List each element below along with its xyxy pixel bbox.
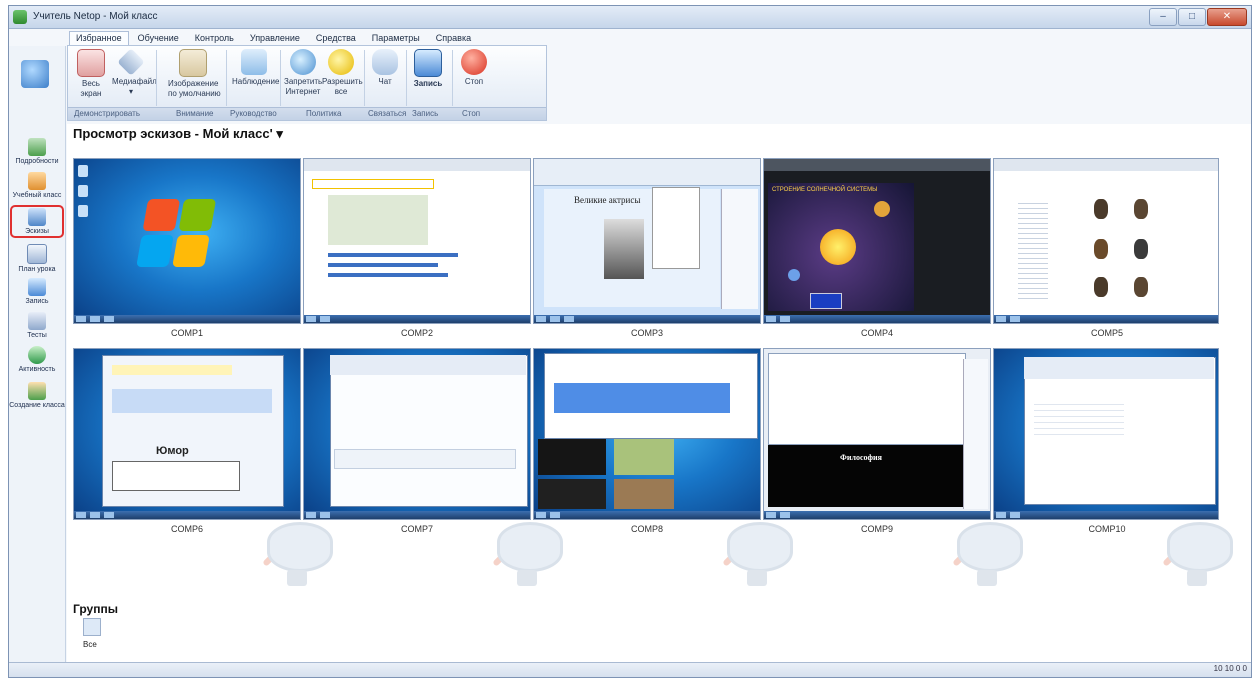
teacher-icon (21, 60, 49, 88)
sidebar-item-create-class[interactable]: Создание класса (9, 382, 65, 409)
sidebar-item-record[interactable]: Запись (9, 278, 65, 305)
thumbnail-comp3[interactable]: Великие актрисы (533, 158, 761, 324)
comp6-slide-heading: Юмор (156, 445, 189, 457)
menu-learning[interactable]: Обучение (131, 31, 186, 45)
label-comp8: COMP8 (630, 524, 663, 534)
thumbnail-comp5[interactable] (993, 158, 1219, 324)
menu-bar: Избранное Обучение Контроль Управление С… (69, 31, 478, 45)
label-comp9: COMP9 (860, 524, 893, 534)
label-comp4: COMP4 (860, 328, 893, 338)
label-comp6: COMP6 (170, 524, 203, 534)
sidebar: Подробности Учебный класс Эскизы План ур… (9, 46, 66, 662)
allow-all-icon (328, 49, 354, 75)
record-icon (28, 278, 46, 296)
view-title[interactable]: Просмотр эскизов - Мой класс' ▾ (73, 126, 283, 142)
activity-icon (28, 346, 46, 364)
media-button[interactable]: Медиафайл ▾ (112, 48, 157, 101)
label-comp1: COMP1 (170, 328, 203, 338)
lesson-plan-icon (27, 244, 47, 264)
ribbon-group-bar: Демонстрировать Внимание Руководство Пол… (68, 107, 546, 120)
app-icon (13, 10, 27, 24)
window-title: Учитель Netop - Мой класс (33, 11, 158, 22)
thumbnail-comp1[interactable] (73, 158, 301, 324)
thumbnail-comp10[interactable] (993, 348, 1219, 520)
comp9-slide-heading: Философия (840, 453, 882, 462)
label-comp2: COMP2 (400, 328, 433, 338)
comp4-slide-heading: СТРОЕНИЕ СОЛНЕЧНОЙ СИСТЕМЫ (772, 187, 878, 193)
thumbnail-comp4[interactable]: СТРОЕНИЕ СОЛНЕЧНОЙ СИСТЕМЫ (763, 158, 991, 324)
group-label-stop: Стоп (462, 109, 481, 118)
record-button[interactable]: Запись (410, 49, 446, 101)
create-class-icon (28, 382, 46, 400)
stop-button[interactable]: Стоп (456, 49, 492, 101)
menu-help[interactable]: Справка (429, 31, 478, 45)
observe-button[interactable]: Наблюдение (232, 49, 279, 101)
chat-button[interactable]: Чат (368, 49, 402, 101)
menu-control[interactable]: Контроль (188, 31, 241, 45)
label-comp5: COMP5 (1090, 328, 1123, 338)
group-label-record: Запись (412, 109, 439, 118)
comp3-slide-heading: Великие актрисы (574, 195, 641, 205)
menu-management[interactable]: Управление (243, 31, 307, 45)
group-label-contact: Связаться (368, 109, 407, 118)
thumbnail-comp7[interactable] (303, 348, 531, 520)
details-icon (28, 138, 46, 156)
sidebar-item-lesson-plan[interactable]: План урока (9, 244, 65, 273)
windows-logo-icon (136, 199, 218, 269)
sidebar-item-tests[interactable]: Тесты (9, 312, 65, 339)
status-bar: 10 10 0 0 (9, 662, 1251, 677)
stop-icon (461, 49, 487, 75)
default-image-button[interactable]: Изображение по умолчанию (168, 49, 221, 101)
menu-tools[interactable]: Средства (309, 31, 363, 45)
label-comp7: COMP7 (400, 524, 433, 534)
thumbnail-comp6[interactable]: Юмор (73, 348, 301, 520)
group-label-attention: Внимание (176, 109, 214, 118)
maximize-button[interactable]: □ (1178, 8, 1206, 26)
sidebar-item-classroom[interactable]: Учебный класс (9, 172, 65, 199)
chat-icon (372, 49, 398, 75)
sidebar-item-thumbnails[interactable]: Эскизы (10, 205, 64, 238)
thumbnail-comp9[interactable]: Философия (763, 348, 991, 520)
sidebar-item-activity[interactable]: Активность (9, 346, 65, 373)
menu-options[interactable]: Параметры (365, 31, 427, 45)
block-internet-button[interactable]: Запретить Интернет (284, 49, 322, 101)
group-label-policy: Политика (306, 109, 342, 118)
group-all-label[interactable]: Все (83, 640, 97, 649)
label-comp10: COMP10 (1088, 524, 1126, 534)
thumbnail-comp8[interactable] (533, 348, 761, 520)
media-icon (117, 48, 145, 76)
image-icon (179, 49, 207, 77)
group-label-demonstrate: Демонстрировать (74, 109, 140, 118)
label-comp3: COMP3 (630, 328, 663, 338)
classroom-icon (28, 172, 46, 190)
block-internet-icon (290, 49, 316, 75)
record-icon (414, 49, 442, 77)
app-window: Учитель Netop - Мой класс – □ ✕ Избранно… (8, 5, 1252, 678)
fullscreen-icon (77, 49, 105, 77)
groups-title: Группы (73, 602, 118, 616)
status-counts: 10 10 0 0 (1213, 664, 1247, 673)
sidebar-item-details[interactable]: Подробности (9, 138, 65, 165)
thumbnails-icon (28, 208, 46, 226)
group-all-icon[interactable] (83, 618, 101, 636)
close-button[interactable]: ✕ (1207, 8, 1247, 26)
thumbnail-comp2[interactable] (303, 158, 531, 324)
title-bar: Учитель Netop - Мой класс – □ ✕ (9, 6, 1251, 29)
tests-icon (28, 312, 46, 330)
fullscreen-button[interactable]: Весь экран (72, 49, 110, 101)
ribbon: Весь экран Медиафайл ▾ Изображение по ум… (67, 45, 547, 121)
minimize-button[interactable]: – (1149, 8, 1177, 26)
thumbnail-view: Просмотр эскизов - Мой класс' ▾ COMP1 CO… (67, 124, 1251, 662)
observe-icon (241, 49, 267, 75)
menu-favorites[interactable]: Избранное (69, 31, 129, 45)
allow-all-button[interactable]: Разрешить все (322, 49, 363, 101)
group-label-guidance: Руководство (230, 109, 277, 118)
